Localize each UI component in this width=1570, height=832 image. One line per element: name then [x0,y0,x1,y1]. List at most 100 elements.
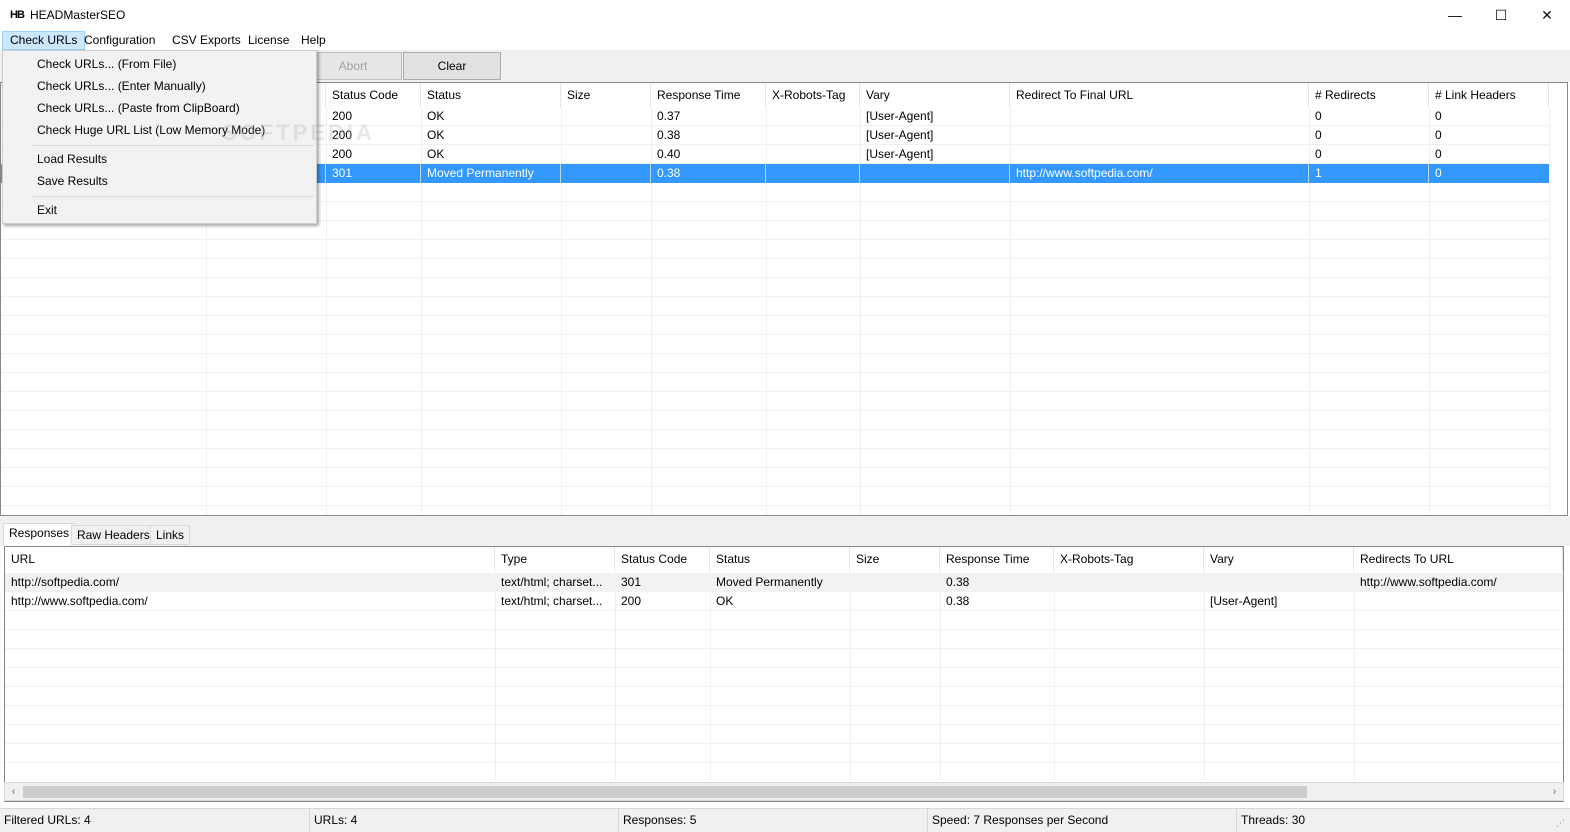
grid-line [1,258,1549,259]
grid-line [1,296,1549,297]
column-header[interactable]: X-Robots-Tag [1054,547,1204,571]
cell-link-headers: 0 [1435,147,1442,161]
cell-vary: [User-Agent] [1210,594,1278,608]
close-button[interactable]: ✕ [1524,0,1570,30]
grid-line [5,667,1563,668]
column-header[interactable]: Vary [1204,547,1354,571]
cell-vary [860,164,1010,183]
watermark: SOFTPEDIA [222,120,375,145]
cell-response-time: 0.38 [657,128,681,142]
cell-link-headers: 0 [1435,109,1442,123]
cell-vary: [User-Agent] [866,147,934,161]
grid-line [5,724,1563,725]
title-bar: HB HEADMasterSEO — ☐ ✕ [0,0,1570,30]
grid-line [1,239,1549,240]
menu-help[interactable]: Help [294,31,333,50]
column-header[interactable]: # Redirects [1309,83,1429,107]
column-header[interactable]: Response Time [651,83,766,107]
column-header[interactable]: X-Robots-Tag [766,83,860,107]
detail-tabs: Responses Raw Headers Links [0,522,1570,546]
cell-x-robots-tag [766,164,860,183]
cell-link-headers: 0 [1435,128,1442,142]
grid-line [5,686,1563,687]
tab-raw-headers[interactable]: Raw Headers [71,525,156,545]
grid-line [1,353,1549,354]
column-header[interactable]: Status Code [326,83,421,107]
minimize-button[interactable]: — [1432,0,1478,30]
menu-configuration[interactable]: Configuration [77,31,162,50]
cell-status: OK [427,128,445,142]
table-row[interactable]: http://softpedia.com/ text/html; charset… [5,573,1563,592]
cell-type: text/html; charset... [501,594,603,608]
grid-line [1,410,1549,411]
menu-item-save-results[interactable]: Save Results [5,170,314,192]
column-header[interactable]: Status Code [615,547,710,571]
cell-redirect-url: http://www.softpedia.com/ [1360,575,1497,589]
grid-line [1549,107,1550,515]
grid-line [1,372,1549,373]
cell-redirects: 0 [1315,109,1322,123]
column-header[interactable]: URL [5,547,495,571]
scroll-left-icon[interactable]: ‹ [5,783,22,800]
resize-grip-icon[interactable]: ⋰ [1556,818,1568,830]
column-header[interactable]: Size [850,547,940,571]
horizontal-scrollbar[interactable]: ‹ › [4,782,1564,801]
menu-check-urls[interactable]: Check URLs [2,31,86,50]
column-header[interactable]: Vary [860,83,1010,107]
column-header[interactable]: # Link Headers [1429,83,1549,107]
grid-line [1,391,1549,392]
cell-response-time: 0.38 [946,575,970,589]
grid-line [1,448,1549,449]
responses-grid[interactable]: URL Type Status Code Status Size Respons… [4,546,1564,802]
column-header[interactable]: Redirect To Final URL [1010,83,1309,107]
cell-response-time: 0.38 [946,594,970,608]
scroll-right-icon[interactable]: › [1546,783,1563,800]
menu-item-load-results[interactable]: Load Results [5,148,314,170]
menu-separator [33,196,314,197]
cell-status: Moved Permanently [716,575,823,589]
menu-item-exit[interactable]: Exit [5,199,314,221]
grid-line [1,315,1549,316]
cell-url: http://softpedia.com/ [11,575,120,589]
column-header[interactable]: Status [710,547,850,571]
menu-csv-exports[interactable]: CSV Exports [165,31,248,50]
grid-line [5,762,1563,763]
status-urls: URLs: 4 [310,809,619,832]
tab-responses[interactable]: Responses [3,523,76,546]
cell-redirects: 0 [1315,128,1322,142]
column-header[interactable]: Response Time [940,547,1054,571]
status-bar: Filtered URLs: 4 URLs: 4 Responses: 5 Sp… [0,808,1570,832]
cell-vary: [User-Agent] [866,109,934,123]
column-header[interactable]: Size [561,83,651,107]
cell-url: http://www.softpedia.com/ [11,594,148,608]
window-title: HEADMasterSEO [30,8,126,22]
cell-vary: [User-Agent] [866,128,934,142]
grid-line [1,505,1549,506]
cell-status-code: 200 [621,594,642,608]
grid-line [1,334,1549,335]
maximize-button[interactable]: ☐ [1478,0,1524,30]
scrollbar-thumb[interactable] [23,786,1307,798]
grid-header: URL Type Status Code Status Size Respons… [5,547,1563,571]
cell-redirect-final-url: http://www.softpedia.com/ [1010,164,1309,183]
grid-line [1,486,1549,487]
grid-line [5,705,1563,706]
clear-button[interactable]: Clear [403,52,501,80]
menu-item-paste-clipboard[interactable]: Check URLs... (Paste from ClipBoard) [5,97,314,119]
cell-redirects: 1 [1309,164,1429,183]
menu-item-from-file[interactable]: Check URLs... (From File) [5,53,314,75]
cell-status-code: 301 [326,164,421,183]
table-row[interactable]: http://www.softpedia.com/ text/html; cha… [5,592,1563,611]
abort-button[interactable]: Abort [304,52,402,80]
status-threads: Threads: 30 [1241,813,1306,827]
menu-license[interactable]: License [241,31,296,50]
column-header[interactable]: Status [421,83,561,107]
column-header[interactable]: Type [495,547,615,571]
menu-item-enter-manually[interactable]: Check URLs... (Enter Manually) [5,75,314,97]
column-header[interactable]: Redirects To URL [1354,547,1563,571]
cell-redirect-url [1354,592,1563,611]
grid-line [5,648,1563,649]
tab-links[interactable]: Links [150,525,191,545]
cell-status-code: 301 [621,575,642,589]
cell-link-headers: 0 [1435,166,1442,180]
